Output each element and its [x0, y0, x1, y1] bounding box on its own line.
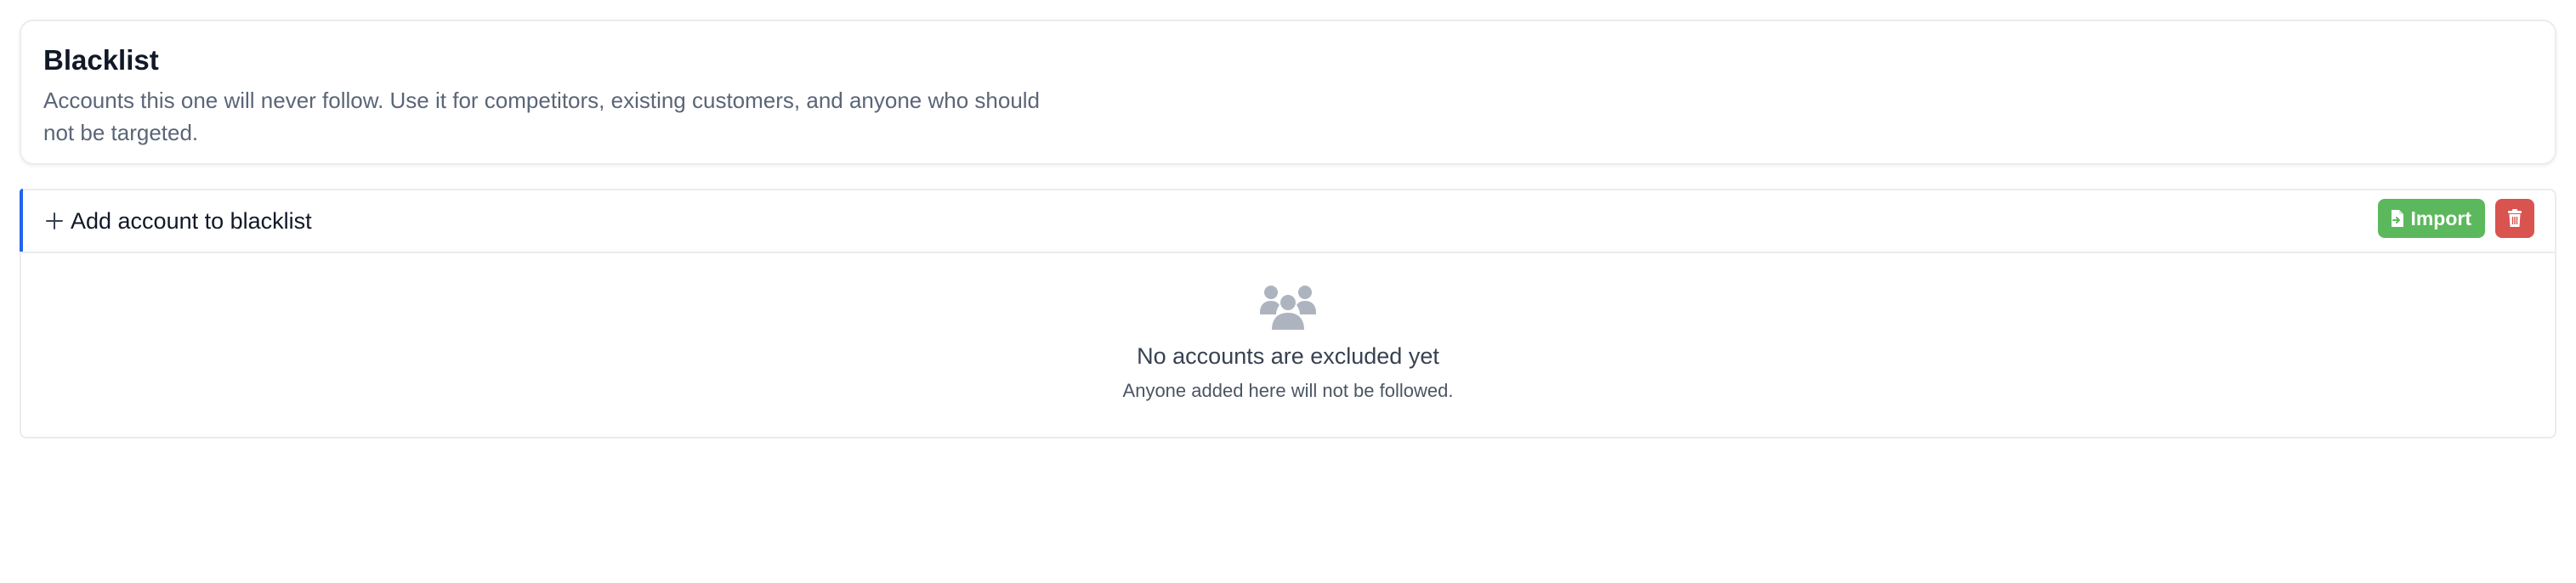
blacklist-panel: Add account to blacklist Import No accou…: [20, 189, 2556, 439]
delete-button[interactable]: [2495, 199, 2534, 238]
empty-state: No accounts are excluded yet Anyone adde…: [21, 282, 2555, 403]
import-label: Import: [2410, 207, 2471, 229]
file-import-icon: [2392, 210, 2404, 227]
empty-state-title: No accounts are excluded yet: [1137, 343, 1439, 369]
plus-icon: [46, 212, 63, 229]
accent-bar: [20, 189, 23, 252]
import-button[interactable]: Import: [2378, 199, 2485, 238]
page-description: Accounts this one will never follow. Use…: [43, 88, 1041, 145]
page-title: Blacklist: [43, 44, 159, 76]
add-account-button[interactable]: Add account to blacklist: [45, 202, 312, 240]
blacklist-header-card: Blacklist Accounts this one will never f…: [20, 20, 2556, 165]
trash-icon: [2508, 209, 2522, 227]
add-account-label: Add account to blacklist: [71, 207, 312, 234]
users-icon: [1260, 286, 1316, 330]
empty-state-subtitle: Anyone added here will not be followed.: [1122, 380, 1454, 401]
blacklist-toolbar: Add account to blacklist Import: [20, 189, 2555, 253]
